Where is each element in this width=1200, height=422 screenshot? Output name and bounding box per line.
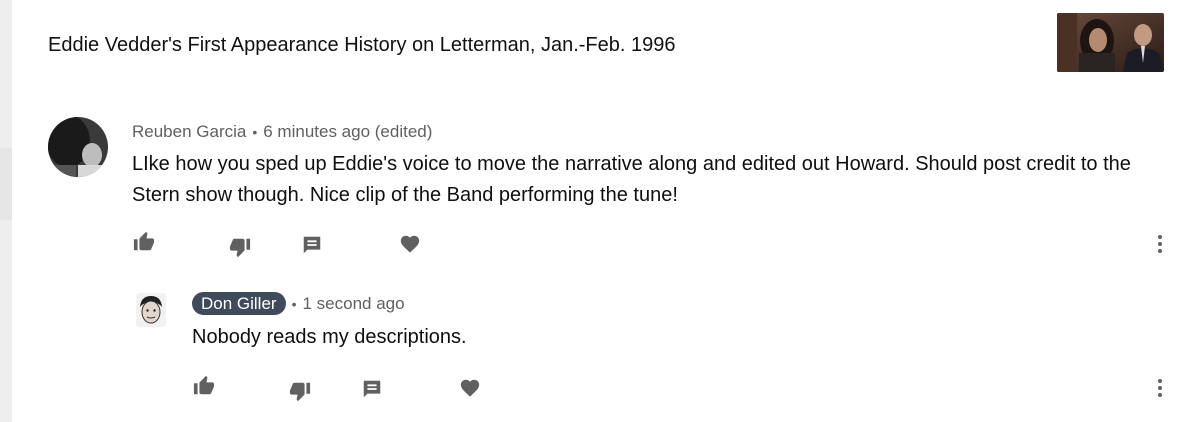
heart-icon — [460, 379, 480, 397]
reply-timestamp[interactable]: 1 second ago — [303, 294, 405, 313]
more-vertical-icon — [1158, 235, 1162, 239]
reply-button[interactable] — [300, 233, 324, 257]
heart-button[interactable] — [398, 232, 422, 256]
reply-avatar[interactable] — [136, 293, 166, 327]
avatar[interactable] — [48, 117, 108, 177]
comment-timestamp[interactable]: 6 minutes ago (edited) — [263, 122, 432, 141]
video-title[interactable]: Eddie Vedder's First Appearance History … — [48, 34, 676, 57]
heart-icon — [400, 235, 420, 253]
reply-heart-button[interactable] — [458, 376, 482, 400]
reply-text: Nobody reads my descriptions. — [192, 326, 467, 348]
thumb-up-icon — [133, 231, 155, 251]
reply-like-button[interactable] — [192, 374, 216, 398]
reply-comment-icon — [363, 380, 381, 398]
thumb-down-icon — [289, 382, 311, 402]
comment-meta: Reuben Garcia • 6 minutes ago (edited) — [132, 122, 432, 142]
thumb-up-icon — [193, 375, 215, 395]
comments-panel — [12, 0, 1200, 422]
reply-meta: Don Giller • 1 second ago — [192, 292, 405, 315]
like-button[interactable] — [132, 230, 156, 254]
more-options-button[interactable] — [1155, 232, 1165, 256]
reply-dislike-button[interactable] — [288, 379, 312, 403]
separator-dot: • — [252, 124, 258, 140]
dislike-button[interactable] — [228, 235, 252, 259]
comment-text: LIke how you sped up Eddie's voice to mo… — [132, 153, 1131, 206]
thumb-down-icon — [229, 238, 251, 258]
more-vertical-icon — [1158, 379, 1162, 383]
reply-reply-button[interactable] — [360, 377, 384, 401]
reply-author-badge[interactable]: Don Giller — [192, 292, 286, 315]
video-thumbnail[interactable] — [1057, 13, 1164, 72]
reply-comment-icon — [303, 236, 321, 254]
left-rail-segment — [0, 148, 12, 220]
reply-more-options-button[interactable] — [1155, 376, 1165, 400]
separator-dot: • — [291, 296, 297, 312]
comment-author[interactable]: Reuben Garcia — [132, 122, 246, 141]
